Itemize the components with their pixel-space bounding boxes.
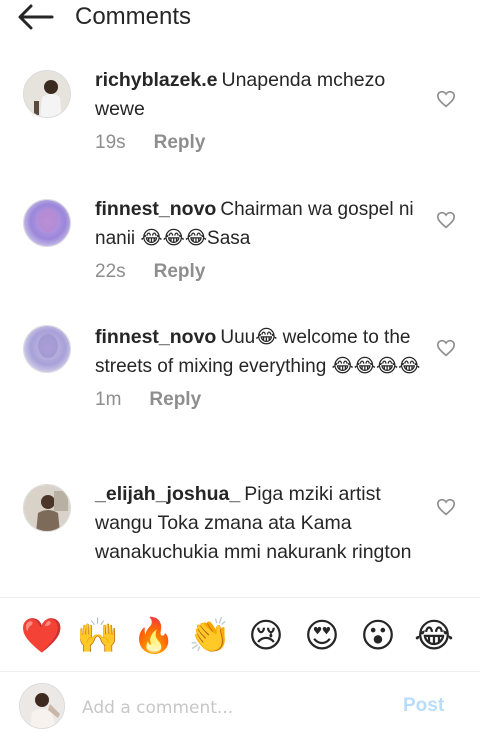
comment-text: richyblazek.e Unapenda mchezo wewe [95, 66, 425, 124]
avatar[interactable] [23, 484, 71, 532]
avatar[interactable] [23, 199, 71, 247]
emoji-surprised-button[interactable]: 😮 [356, 616, 400, 660]
page-title: Comments [75, 3, 192, 30]
heart-icon[interactable] [436, 211, 456, 229]
avatar[interactable] [23, 325, 71, 373]
reply-button[interactable]: Reply [154, 132, 206, 153]
comment-meta: 19s Reply [95, 130, 425, 156]
heart-icon[interactable] [436, 339, 456, 357]
comment-username[interactable]: _elijah_joshua_ [95, 483, 240, 505]
comment-item: _elijah_joshua_ Piga mziki artist wangu T… [0, 480, 480, 567]
comment-username[interactable]: finnest_novo [95, 326, 216, 348]
reply-button[interactable]: Reply [154, 261, 206, 282]
emoji-laughing-button[interactable]: 😂 [412, 616, 456, 660]
comment-input[interactable] [80, 693, 384, 723]
arrow-left-icon[interactable] [16, 2, 56, 32]
comment-time: 19s [95, 132, 126, 153]
emoji-clap-button[interactable]: 👏 [188, 616, 232, 660]
comments-list[interactable]: richyblazek.e Unapenda mchezo wewe 19s Rep… [0, 58, 480, 596]
emoji-reaction-bar: ❤️ 🙌 🔥 👏 😢 😍 😮 😂 [0, 597, 480, 672]
comment-time: 22s [95, 261, 126, 282]
reply-button[interactable]: Reply [149, 389, 201, 410]
comment-username[interactable]: finnest_novo [95, 198, 216, 220]
comment-item: finnest_novo Uuu😂 welcome to the streets … [0, 323, 480, 413]
avatar [19, 683, 65, 729]
comment-username[interactable]: richyblazek.e [95, 69, 217, 91]
avatar[interactable] [23, 70, 71, 118]
heart-icon[interactable] [436, 498, 456, 516]
emoji-raised-hands-button[interactable]: 🙌 [76, 616, 120, 660]
comment-item: richyblazek.e Unapenda mchezo wewe 19s Rep… [0, 66, 480, 156]
emoji-heart-eyes-button[interactable]: 😍 [300, 616, 344, 660]
comment-text: _elijah_joshua_ Piga mziki artist wangu T… [95, 480, 425, 567]
comment-item: finnest_novo Chairman wa gospel ni nanii … [0, 195, 480, 285]
post-button[interactable]: Post [403, 695, 444, 717]
comment-time: 1m [95, 389, 122, 410]
comment-meta: 1m Reply [95, 387, 425, 413]
comment-text: finnest_novo Uuu😂 welcome to the streets … [95, 323, 425, 381]
comment-meta: 22s Reply [95, 259, 425, 285]
emoji-fire-button[interactable]: 🔥 [132, 616, 176, 660]
heart-icon[interactable] [436, 90, 456, 108]
comment-input-bar: Post [0, 671, 480, 743]
emoji-heart-button[interactable]: ❤️ [20, 616, 64, 660]
header: Comments [0, 0, 480, 38]
comment-text: finnest_novo Chairman wa gospel ni nanii … [95, 195, 425, 253]
emoji-crying-button[interactable]: 😢 [244, 616, 288, 660]
